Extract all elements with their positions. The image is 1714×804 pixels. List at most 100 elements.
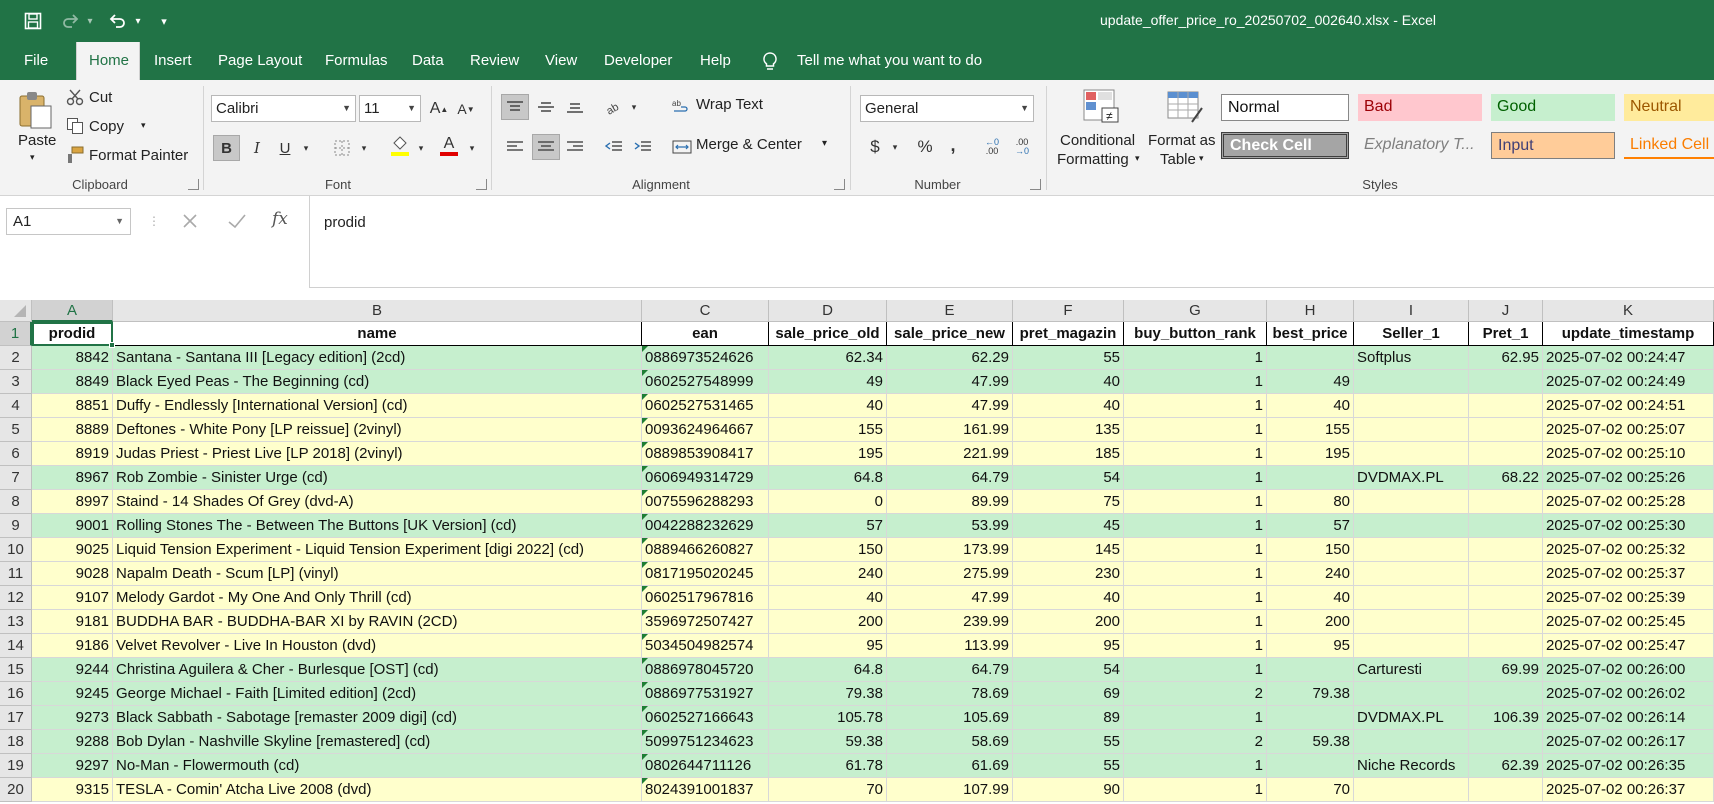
tell-me-search[interactable]: Tell me what you want to do xyxy=(785,42,994,80)
cell-update-timestamp[interactable]: 2025-07-02 00:25:10 xyxy=(1543,442,1714,466)
format-as-table-icon[interactable] xyxy=(1166,88,1206,126)
cell-prodid[interactable]: 8889 xyxy=(32,418,113,442)
cell-buy-button-rank[interactable]: 1 xyxy=(1124,394,1267,418)
cell-update-timestamp[interactable]: 2025-07-02 00:25:39 xyxy=(1543,586,1714,610)
cell-best-price[interactable]: 150 xyxy=(1267,538,1354,562)
cell-prodid[interactable]: 8842 xyxy=(32,346,113,370)
row-header[interactable]: 14 xyxy=(0,634,32,658)
font-color-button[interactable]: A xyxy=(437,133,461,159)
row-header[interactable]: 20 xyxy=(0,778,32,802)
cell-sale-price-new[interactable]: 61.69 xyxy=(887,754,1013,778)
row-header[interactable]: 7 xyxy=(0,466,32,490)
cell-pret-1[interactable] xyxy=(1469,418,1543,442)
cell-name[interactable]: Duffy - Endlessly [International Version… xyxy=(113,394,642,418)
copy-dropdown-icon[interactable]: ▾ xyxy=(141,120,146,131)
row-header[interactable]: 1 xyxy=(0,322,32,346)
cell-ean[interactable]: 5034504982574 xyxy=(642,634,769,658)
tab-help[interactable]: Help xyxy=(688,42,743,80)
row-header[interactable]: 13 xyxy=(0,610,32,634)
cell-name[interactable]: Bob Dylan - Nashville Skyline [remastere… xyxy=(113,730,642,754)
tab-view[interactable]: View xyxy=(533,42,589,80)
cell-sale-price-old[interactable]: 64.8 xyxy=(769,466,887,490)
cell-buy-button-rank[interactable]: 1 xyxy=(1124,586,1267,610)
cell-sale-price-old[interactable]: 61.78 xyxy=(769,754,887,778)
cancel-icon[interactable] xyxy=(181,212,199,230)
cell-pret-1[interactable] xyxy=(1469,394,1543,418)
cell-pret-magazin[interactable]: 185 xyxy=(1013,442,1124,466)
cell-seller-1[interactable] xyxy=(1354,538,1469,562)
paste-dropdown-icon[interactable]: ▾ xyxy=(30,152,35,163)
formula-input[interactable]: prodid xyxy=(309,196,1714,288)
fill-color-icon[interactable] xyxy=(388,133,412,159)
cell-prodid[interactable]: 8849 xyxy=(32,370,113,394)
cell-ean[interactable]: 0602527531465 xyxy=(642,394,769,418)
decrease-decimal-button[interactable]: .00 →0 xyxy=(1008,134,1036,160)
row-header[interactable]: 12 xyxy=(0,586,32,610)
cell-update-timestamp[interactable]: 2025-07-02 00:26:37 xyxy=(1543,778,1714,802)
cell-pret-magazin[interactable]: 40 xyxy=(1013,586,1124,610)
cell-ean[interactable]: 0886977531927 xyxy=(642,682,769,706)
style-normal[interactable]: Normal xyxy=(1221,94,1349,121)
header-cell-prodid[interactable]: prodid xyxy=(32,322,113,346)
cell-sale-price-old[interactable]: 40 xyxy=(769,586,887,610)
cell-update-timestamp[interactable]: 2025-07-02 00:25:30 xyxy=(1543,514,1714,538)
cell-sale-price-old[interactable]: 70 xyxy=(769,778,887,802)
cell-pret-magazin[interactable]: 45 xyxy=(1013,514,1124,538)
cell-seller-1[interactable]: Niche Records xyxy=(1354,754,1469,778)
cell-pret-1[interactable]: 69.99 xyxy=(1469,658,1543,682)
cell-name[interactable]: Santana - Santana III [Legacy edition] (… xyxy=(113,346,642,370)
cell-name[interactable]: Velvet Revolver - Live In Houston (dvd) xyxy=(113,634,642,658)
cell-seller-1[interactable] xyxy=(1354,682,1469,706)
fill-handle[interactable] xyxy=(109,342,115,348)
cell-ean[interactable]: 0817195020245 xyxy=(642,562,769,586)
cell-sale-price-new[interactable]: 105.69 xyxy=(887,706,1013,730)
cell-best-price[interactable] xyxy=(1267,658,1354,682)
header-cell-update-timestamp[interactable]: update_timestamp xyxy=(1543,322,1714,346)
cell-ean[interactable]: 0602517967816 xyxy=(642,586,769,610)
cell-best-price[interactable]: 49 xyxy=(1267,370,1354,394)
cell-seller-1[interactable] xyxy=(1354,442,1469,466)
cell-seller-1[interactable] xyxy=(1354,370,1469,394)
cell-update-timestamp[interactable]: 2025-07-02 00:24:49 xyxy=(1543,370,1714,394)
cell-pret-1[interactable]: 62.39 xyxy=(1469,754,1543,778)
cell-sale-price-new[interactable]: 64.79 xyxy=(887,466,1013,490)
cell-sale-price-old[interactable]: 0 xyxy=(769,490,887,514)
header-cell-pret-magazin[interactable]: pret_magazin xyxy=(1013,322,1124,346)
customize-qat-icon[interactable]: ▾ xyxy=(156,9,172,33)
cell-seller-1[interactable] xyxy=(1354,610,1469,634)
align-middle-icon[interactable] xyxy=(532,94,560,120)
cell-update-timestamp[interactable]: 2025-07-02 00:26:02 xyxy=(1543,682,1714,706)
cell-pret-magazin[interactable]: 55 xyxy=(1013,730,1124,754)
cell-update-timestamp[interactable]: 2025-07-02 00:25:26 xyxy=(1543,466,1714,490)
cell-best-price[interactable]: 155 xyxy=(1267,418,1354,442)
cell-update-timestamp[interactable]: 2025-07-02 00:25:45 xyxy=(1543,610,1714,634)
cell-buy-button-rank[interactable]: 1 xyxy=(1124,490,1267,514)
select-all-button[interactable] xyxy=(0,300,32,322)
tab-file[interactable]: File xyxy=(12,42,60,80)
cell-pret-magazin[interactable]: 135 xyxy=(1013,418,1124,442)
cell-sale-price-new[interactable]: 275.99 xyxy=(887,562,1013,586)
clipboard-launcher-icon[interactable] xyxy=(188,179,199,190)
cell-sale-price-old[interactable]: 240 xyxy=(769,562,887,586)
paste-icon[interactable] xyxy=(16,90,54,130)
chevron-down-icon[interactable]: ▾ xyxy=(888,134,902,160)
header-cell-ean[interactable]: ean xyxy=(642,322,769,346)
column-header-h[interactable]: H xyxy=(1267,300,1354,322)
merge-center-button[interactable]: Merge & Center xyxy=(696,136,802,153)
cell-pret-1[interactable] xyxy=(1469,442,1543,466)
cell-name[interactable]: No-Man - Flowermouth (cd) xyxy=(113,754,642,778)
underline-button[interactable]: U xyxy=(273,135,297,161)
tab-insert[interactable]: Insert xyxy=(142,42,204,80)
cell-name[interactable]: Black Eyed Peas - The Beginning (cd) xyxy=(113,370,642,394)
format-as-table-button[interactable]: Format as xyxy=(1148,132,1216,149)
cell-buy-button-rank[interactable]: 1 xyxy=(1124,778,1267,802)
cell-pret-magazin[interactable]: 145 xyxy=(1013,538,1124,562)
cell-seller-1[interactable] xyxy=(1354,514,1469,538)
cell-pret-magazin[interactable]: 200 xyxy=(1013,610,1124,634)
cell-seller-1[interactable] xyxy=(1354,778,1469,802)
style-bad[interactable]: Bad xyxy=(1358,94,1482,121)
format-painter-button[interactable]: Format Painter xyxy=(89,147,188,164)
save-icon[interactable] xyxy=(20,9,46,33)
increase-decimal-button[interactable]: ←0.00 xyxy=(978,134,1006,160)
cell-sale-price-old[interactable]: 64.8 xyxy=(769,658,887,682)
